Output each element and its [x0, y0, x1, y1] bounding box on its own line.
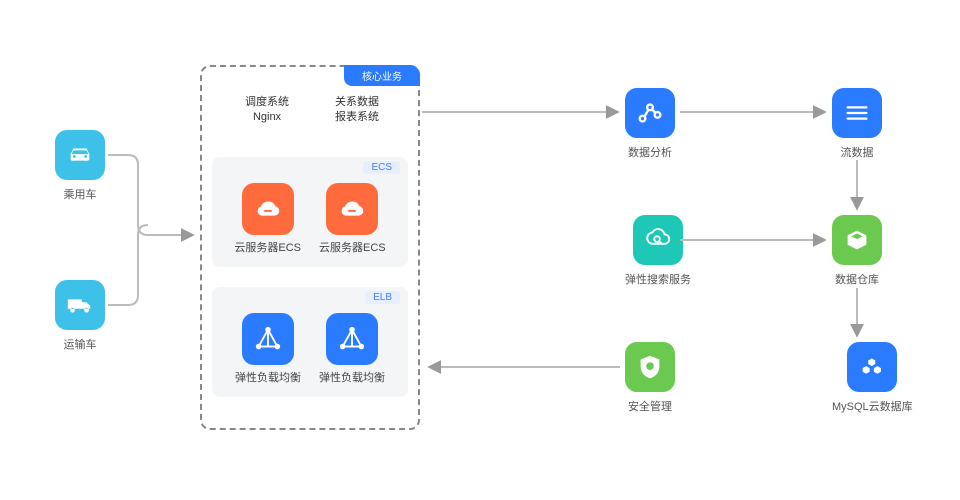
ecs-item-1: 云服务器ECS	[234, 183, 301, 255]
truck-icon	[55, 280, 105, 330]
node-analytics: 数据分析	[625, 88, 675, 160]
node-mysql: MySQL云数据库	[832, 342, 913, 414]
bigdata-icon	[832, 215, 882, 265]
bigdata-label: 数据仓库	[835, 271, 879, 287]
security-icon	[625, 342, 675, 392]
elb-item-1: 弹性负载均衡	[235, 313, 301, 385]
security-label: 安全管理	[628, 398, 672, 414]
ecs-icon	[326, 183, 378, 235]
core-container: 核心业务 调度系统 Nginx 关系数据 报表系统 ECS 云服务器ECS 云服…	[200, 65, 420, 430]
ecs-item-2: 云服务器ECS	[319, 183, 386, 255]
stream-icon	[832, 88, 882, 138]
text-block-1: 调度系统 Nginx	[232, 95, 302, 126]
node-car: 乘用车	[55, 130, 105, 202]
mysql-icon	[847, 342, 897, 392]
mysql-label: MySQL云数据库	[832, 398, 913, 414]
cloudsearch-icon	[633, 215, 683, 265]
elb-icon	[326, 313, 378, 365]
analytics-label: 数据分析	[628, 144, 672, 160]
ecs-box: ECS 云服务器ECS 云服务器ECS	[212, 157, 408, 267]
node-cloudsearch: 弹性搜索服务	[625, 215, 691, 287]
truck-label: 运输车	[64, 336, 97, 352]
stream-label: 流数据	[841, 144, 874, 160]
node-stream: 流数据	[832, 88, 882, 160]
node-bigdata: 数据仓库	[832, 215, 882, 287]
cloudsearch-label: 弹性搜索服务	[625, 271, 691, 287]
text-block-2: 关系数据 报表系统	[322, 95, 392, 126]
elb-box: ELB 弹性负载均衡 弹性负载均衡	[212, 287, 408, 397]
connectors	[0, 0, 960, 500]
ecs-tag: ECS	[363, 161, 400, 174]
node-security: 安全管理	[625, 342, 675, 414]
analytics-icon	[625, 88, 675, 138]
node-truck: 运输车	[55, 280, 105, 352]
ecs-icon	[242, 183, 294, 235]
car-icon	[55, 130, 105, 180]
elb-tag: ELB	[365, 291, 400, 304]
core-tab: 核心业务	[344, 65, 420, 86]
elb-item-2: 弹性负载均衡	[319, 313, 385, 385]
elb-icon	[242, 313, 294, 365]
car-label: 乘用车	[64, 186, 97, 202]
